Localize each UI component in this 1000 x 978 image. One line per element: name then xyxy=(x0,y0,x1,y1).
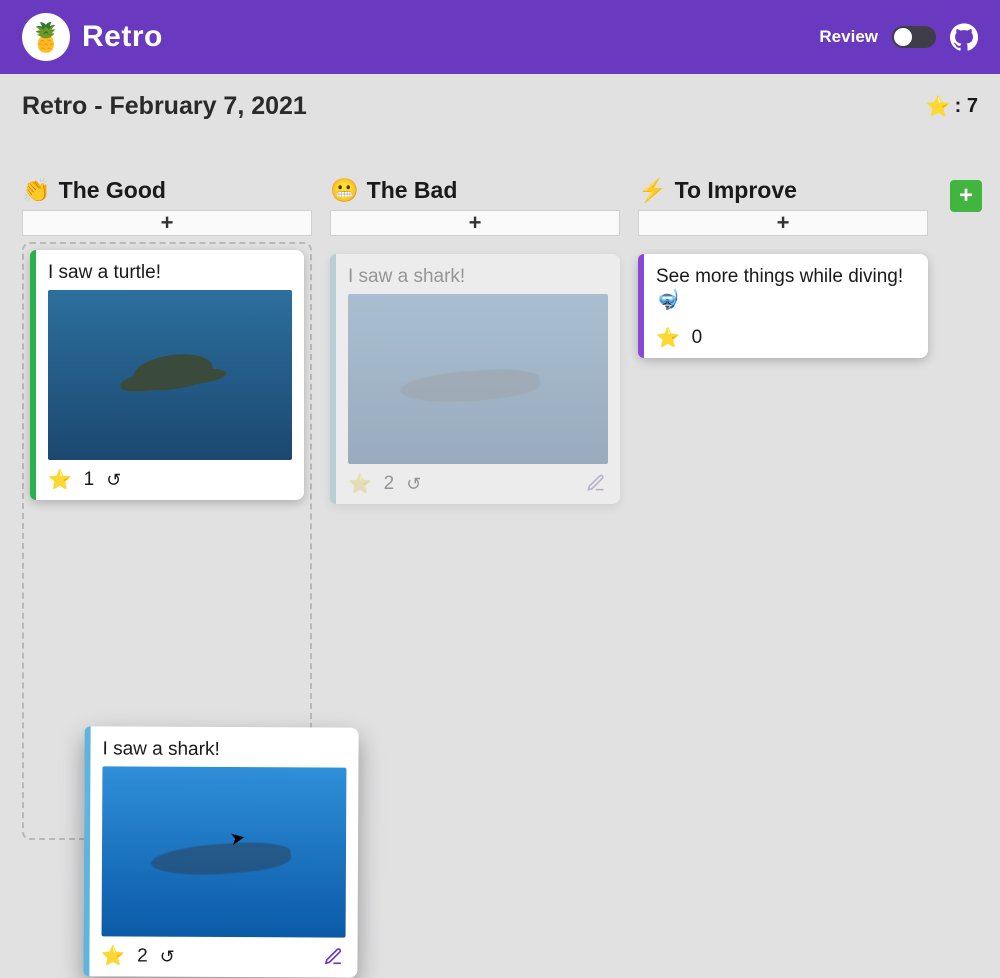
undo-icon[interactable]: ↺ xyxy=(160,946,175,967)
app-title: Retro xyxy=(82,20,163,54)
star-icon: ⭐ xyxy=(926,94,951,119)
brand: 🍍 Retro xyxy=(22,13,163,61)
card-shark-ghost[interactable]: I saw a shark! ⭐ 2 ↺ xyxy=(330,254,620,504)
card-footer: ⭐ 2 ↺ xyxy=(101,944,345,969)
card-text: I saw a turtle! xyxy=(48,262,292,284)
stars-remaining: ⭐ : 7 xyxy=(926,94,978,119)
topbar: 🍍 Retro Review xyxy=(0,0,1000,74)
logo-emoji: 🍍 xyxy=(29,21,64,54)
star-icon[interactable]: ⭐ xyxy=(48,468,72,492)
star-count: 0 xyxy=(692,327,703,349)
card-footer: ⭐ 2 ↺ xyxy=(348,472,608,496)
card-turtle[interactable]: I saw a turtle! ⭐ 1 ↺ xyxy=(30,250,304,500)
card-text: I saw a shark! xyxy=(102,738,346,761)
column-title: The Good xyxy=(59,177,166,204)
card-footer: ⭐ 1 ↺ xyxy=(48,468,292,492)
edit-icon[interactable] xyxy=(323,947,345,969)
undo-icon[interactable]: ↺ xyxy=(106,470,121,491)
card-improve[interactable]: See more things while diving! 🤿 ⭐ 0 xyxy=(638,254,928,358)
add-column-button[interactable]: + xyxy=(950,180,982,212)
titlebar: Retro - February 7, 2021 ⭐ : 7 xyxy=(0,74,1000,131)
column-improve: ⚡ To Improve + See more things while div… xyxy=(638,177,928,358)
column-title: The Bad xyxy=(367,177,458,204)
add-card-button-good[interactable]: + xyxy=(22,210,312,236)
toggle-knob xyxy=(894,28,912,46)
card-footer: ⭐ 0 xyxy=(656,326,916,350)
card-shark-dragging[interactable]: I saw a shark! ⭐ 2 ↺ xyxy=(83,726,358,977)
add-card-button-bad[interactable]: + xyxy=(330,210,620,236)
card-text: See more things while diving! 🤿 xyxy=(656,266,916,312)
star-count: 2 xyxy=(137,946,148,968)
card-text: I saw a shark! xyxy=(348,266,608,288)
review-label: Review xyxy=(819,27,878,47)
column-header-improve: ⚡ To Improve xyxy=(638,177,928,204)
star-icon[interactable]: ⭐ xyxy=(656,326,680,350)
star-icon[interactable]: ⭐ xyxy=(348,472,372,496)
star-count: 2 xyxy=(384,473,395,495)
github-icon[interactable] xyxy=(950,23,978,51)
stars-remaining-value: : 7 xyxy=(955,95,978,118)
app-logo: 🍍 xyxy=(22,13,70,61)
card-image-turtle xyxy=(48,290,292,460)
column-emoji: 👏 xyxy=(22,177,51,204)
column-emoji: ⚡ xyxy=(638,177,667,204)
topbar-right: Review xyxy=(819,23,978,51)
undo-icon[interactable]: ↺ xyxy=(406,474,421,495)
star-count: 1 xyxy=(84,469,95,491)
edit-icon[interactable] xyxy=(586,473,608,495)
column-bad: 😬 The Bad + I saw a shark! ⭐ 2 ↺ xyxy=(330,177,620,504)
column-emoji: 😬 xyxy=(330,177,359,204)
column-header-bad: 😬 The Bad xyxy=(330,177,620,204)
column-title: To Improve xyxy=(675,177,797,204)
board: 👏 The Good + I saw a turtle! ⭐ 1 ↺ 😬 xyxy=(0,131,1000,840)
review-toggle[interactable] xyxy=(892,26,936,48)
card-image-shark xyxy=(348,294,608,464)
star-icon[interactable]: ⭐ xyxy=(101,944,125,968)
board-title: Retro - February 7, 2021 xyxy=(22,92,307,121)
add-card-button-improve[interactable]: + xyxy=(638,210,928,236)
column-header-good: 👏 The Good xyxy=(22,177,312,204)
card-image-shark xyxy=(102,766,347,937)
